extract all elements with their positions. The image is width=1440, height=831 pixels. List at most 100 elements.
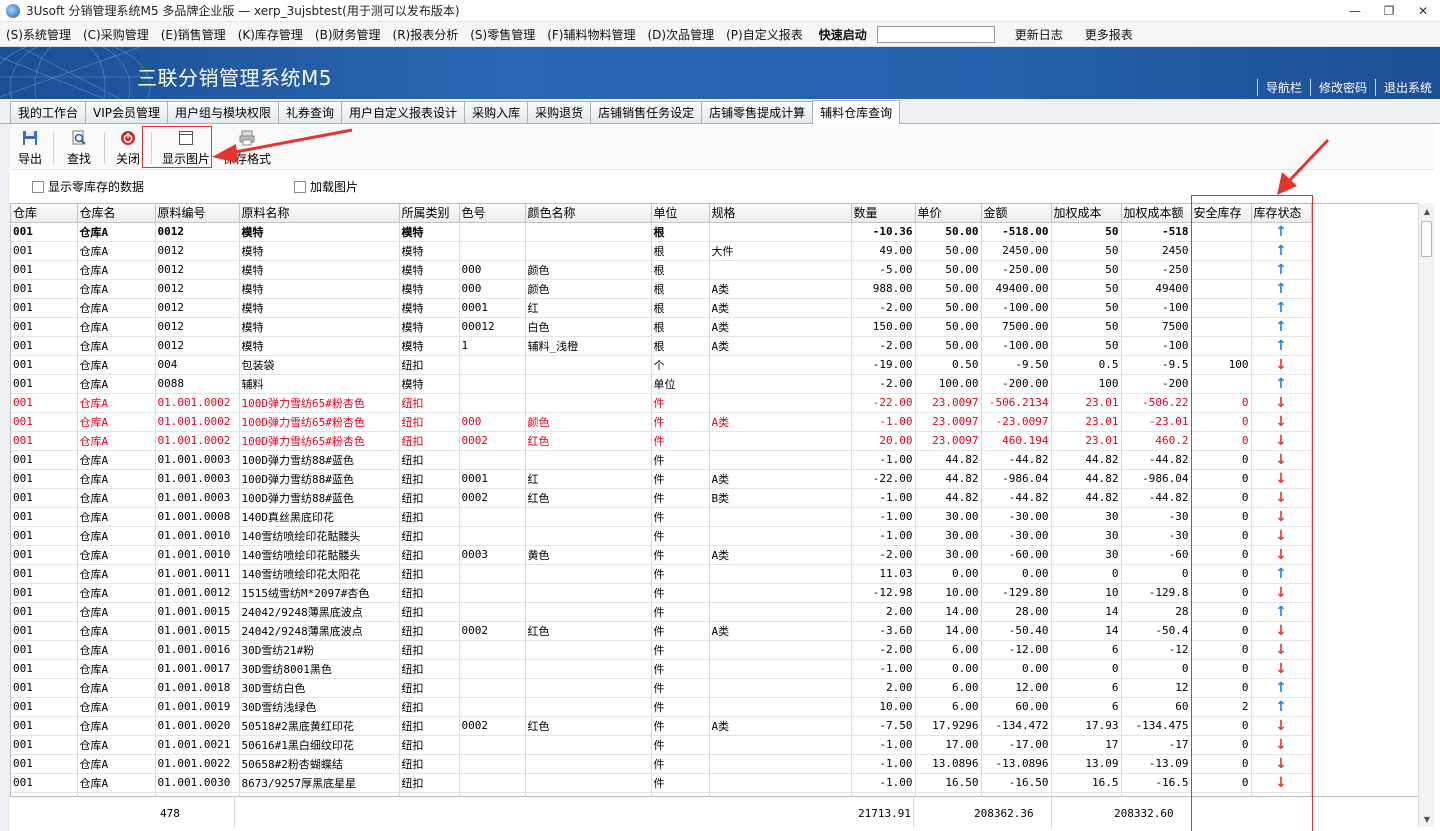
tab-accessory-warehouse[interactable]: 辅料仓库查询	[812, 100, 901, 124]
cell-safety-stock: 0	[1191, 640, 1252, 660]
show-image-button[interactable]: 显示图片	[155, 130, 217, 167]
table-row[interactable]: 001 仓库A 01.001.0002 100D弹力雪纺65#粉杏色 纽扣 件 -22.00…	[11, 393, 1312, 413]
load-images-checkbox[interactable]: 加载图片	[294, 178, 358, 195]
table-row[interactable]: 001 仓库A 01.001.0022 50658#2粉杏蝴蝶结 纽扣件 -1.00 13.…	[11, 754, 1312, 774]
table-row[interactable]: 001 仓库A 0012 模特 模特根 -10.36 50.00 -518.00 50 -518 ↑	[11, 222, 1312, 242]
col-unit[interactable]: 单位	[651, 204, 710, 223]
menu-system[interactable]: (S)系统管理	[0, 26, 77, 43]
table-row[interactable]: 001 仓库A 01.001.0018 30D雪纺白色 纽扣 件 2.00 6.00 12.00…	[11, 678, 1312, 698]
tab-workbench[interactable]: 我的工作台	[10, 101, 87, 123]
table-row[interactable]: 001 仓库A 01.001.0030 8673/9257厚黑底星星 纽扣件 -1.00 1…	[11, 773, 1312, 793]
table-row[interactable]: 001 仓库A 01.001.0002 100D弹力雪纺65#粉杏色 纽扣 000 颜色件 A…	[11, 412, 1312, 432]
col-warehouse[interactable]: 仓库	[11, 204, 78, 223]
col-safety-stock[interactable]: 安全库存	[1191, 204, 1252, 223]
col-stock-status[interactable]: 库存状态	[1251, 204, 1312, 223]
close-window-icon[interactable]: ✕	[1406, 0, 1440, 22]
cell-spec	[709, 773, 852, 793]
menu-custom-reports[interactable]: (P)自定义报表	[720, 26, 809, 43]
menu-changelog[interactable]: 更新日志	[1009, 26, 1069, 43]
table-row[interactable]: 001 仓库A 0088 辅料 模特 单位 -2.00 100.00 -200.00 100 -20…	[11, 374, 1312, 394]
col-weighted-cost[interactable]: 加权成本	[1051, 204, 1122, 223]
table-row[interactable]: 001 仓库A 004 包装袋 纽扣 个 -19.00 0.50 -9.50 0.5 -9.5 100…	[11, 355, 1312, 375]
table-row[interactable]: 001 仓库A 01.001.0003 100D弹力雪纺88#蓝色 纽扣件 -1.00 44…	[11, 450, 1312, 470]
col-quantity[interactable]: 数量	[851, 204, 916, 223]
menu-defects[interactable]: (D)次品管理	[642, 26, 721, 43]
menu-finance[interactable]: (B)财务管理	[309, 26, 387, 43]
table-row[interactable]: 001 仓库A 01.001.0019 30D雪纺浅绿色 纽扣 件 10.00 6.00 60.…	[11, 697, 1312, 717]
table-row[interactable]: 001 仓库A 01.001.0017 30D雪纺8001黑色 纽扣件 -1.00 0.00…	[11, 659, 1312, 679]
table-row[interactable]: 001 仓库A 01.001.0020 50518#2黑底黄红印花 纽扣 0002 红色件 A…	[11, 716, 1312, 736]
scroll-up-icon[interactable]: ▲	[1419, 203, 1435, 219]
export-button[interactable]: 导出	[10, 130, 50, 167]
col-color-name[interactable]: 颜色名称	[525, 204, 652, 223]
table-row[interactable]: 001 仓库A 01.001.0012 1515绒雪纺M*2097#杏色 纽扣 件 -12.…	[11, 583, 1312, 603]
col-unit-price[interactable]: 单价	[915, 204, 982, 223]
nav-bar-link[interactable]: 导航栏	[1256, 79, 1310, 96]
cell-warehouse-name: 仓库A	[77, 431, 156, 451]
search-button[interactable]: 查找	[57, 130, 101, 167]
table-row[interactable]: 001 仓库A 0012 模特 模特 0001 红根 A类 -2.00 50.00 -100.00 5…	[11, 298, 1312, 318]
quick-start-input[interactable]	[876, 25, 995, 43]
menu-more-reports[interactable]: 更多报表	[1079, 26, 1139, 43]
menu-reports[interactable]: (R)报表分析	[387, 26, 465, 43]
menu-purchase[interactable]: (C)采购管理	[77, 26, 155, 43]
cell-material-name: 50616#1黑白细纹印花	[239, 735, 400, 755]
show-zero-stock-checkbox[interactable]: 显示零库存的数据	[32, 178, 144, 195]
table-row[interactable]: 001 仓库A 0012 模特 模特 000 颜色根 -5.00 50.00 -250.00 50-…	[11, 260, 1312, 280]
cell-quantity: -1.00	[851, 659, 916, 679]
tab-custom-report-design[interactable]: 用户自定义报表设计	[341, 101, 466, 123]
col-material-code[interactable]: 原料编号	[155, 204, 240, 223]
table-row[interactable]: 001 仓库A 01.001.0008 140D真丝黑底印花 纽扣 件 -1.00 30.00…	[11, 507, 1312, 527]
footer-qty-total: 21713.91	[858, 807, 911, 820]
vertical-scrollbar[interactable]: ▲ ▼	[1418, 203, 1434, 827]
scroll-down-icon[interactable]: ▼	[1419, 811, 1435, 827]
close-button[interactable]: 关闭	[108, 130, 148, 167]
save-format-button[interactable]: 保存格式	[217, 130, 277, 167]
table-row[interactable]: 001 仓库A 01.001.0003 100D弹力雪纺88#蓝色 纽扣 0002 红色件 B…	[11, 488, 1312, 508]
cell-weighted-cost: 6	[1051, 640, 1122, 660]
col-category[interactable]: 所属类别	[399, 204, 460, 223]
table-row[interactable]: 001 仓库A 01.001.0010 140雪纺喷绘印花骷髅头 纽扣 件 -1.00 30.…	[11, 526, 1312, 546]
checkbox-box[interactable]	[32, 180, 44, 193]
restore-icon[interactable]: ❐	[1372, 0, 1406, 22]
menu-sales[interactable]: (E)销售管理	[155, 26, 232, 43]
tab-store-sales-task[interactable]: 店铺销售任务设定	[590, 101, 703, 123]
menu-accessories[interactable]: (F)辅料物料管理	[541, 26, 641, 43]
col-amount[interactable]: 金额	[981, 204, 1052, 223]
menu-inventory[interactable]: (K)库存管理	[232, 26, 309, 43]
table-row[interactable]: 001 仓库A 01.001.0003 100D弹力雪纺88#蓝色 纽扣 0001 红件 A类…	[11, 469, 1312, 489]
tab-usergroup[interactable]: 用户组与模块权限	[167, 101, 280, 123]
tab-store-commission[interactable]: 店铺零售提成计算	[701, 101, 814, 123]
cell-material-code: 0012	[155, 241, 240, 261]
scroll-thumb[interactable]	[1421, 221, 1432, 257]
table-row[interactable]: 001 仓库A 01.001.0016 30D雪纺21#粉 纽扣件 -2.00 6.00 -1…	[11, 640, 1312, 660]
table-row[interactable]: 001 仓库A 0012 模特 模特 1 辅料_浅橙根 A类 -2.00 50.00 -100.00…	[11, 336, 1312, 356]
cell-quantity: -1.00	[851, 412, 916, 432]
col-material-name[interactable]: 原料名称	[239, 204, 400, 223]
footer-divider	[234, 797, 235, 828]
table-row[interactable]: 001 仓库A 01.001.0011 140雪纺喷绘印花太阳花 纽扣件 11.03 0.0…	[11, 564, 1312, 584]
table-row[interactable]: 001 仓库A 01.001.0021 50616#1黑白细纹印花 纽扣件 -1.00 17…	[11, 735, 1312, 755]
table-row[interactable]: 001 仓库A 01.001.0015 24042/9248薄黑底波点 纽扣件 2.00 1…	[11, 602, 1312, 622]
arrow-up-icon: ↑	[1275, 603, 1287, 620]
tab-coupon[interactable]: 礼券查询	[278, 101, 343, 123]
table-row[interactable]: 001 仓库A 0012 模特 模特 00012 白色根 A类 150.00 50.00 7500.…	[11, 317, 1312, 337]
col-weighted-cost-amount[interactable]: 加权成本额	[1121, 204, 1192, 223]
tab-purchase-return[interactable]: 采购退货	[527, 101, 592, 123]
table-row[interactable]: 001 仓库A 0012 模特 模特 000 颜色根 A类 988.00 50.00 49400.0…	[11, 279, 1312, 299]
menu-retail[interactable]: (S)零售管理	[464, 26, 541, 43]
change-password-link[interactable]: 修改密码	[1309, 79, 1375, 96]
col-spec[interactable]: 规格	[709, 204, 852, 223]
checkbox-box[interactable]	[294, 180, 307, 193]
tab-purchase-in[interactable]: 采购入库	[464, 101, 529, 123]
logout-link[interactable]: 退出系统	[1374, 79, 1440, 96]
col-warehouse-name[interactable]: 仓库名	[77, 204, 156, 223]
tab-vip[interactable]: VIP会员管理	[85, 101, 169, 123]
col-color-code[interactable]: 色号	[459, 204, 526, 223]
table-row[interactable]: 001 仓库A 01.001.0010 140雪纺喷绘印花骷髅头 纽扣 0003 黄色件 A类…	[11, 545, 1312, 565]
table-row[interactable]: 001 仓库A 01.001.0002 100D弹力雪纺65#粉杏色 纽扣 0002 红色件…	[11, 431, 1312, 451]
minimize-icon[interactable]: —	[1338, 0, 1372, 22]
table-row[interactable]: 001 仓库A 01.001.0015 24042/9248薄黑底波点 纽扣 0002 红色…	[11, 621, 1312, 641]
arrow-up-icon: ↑	[1275, 242, 1287, 259]
table-row[interactable]: 001 仓库A 0012 模特 模特根大件 49.00 50.00 2450.00 50 2450…	[11, 241, 1312, 261]
